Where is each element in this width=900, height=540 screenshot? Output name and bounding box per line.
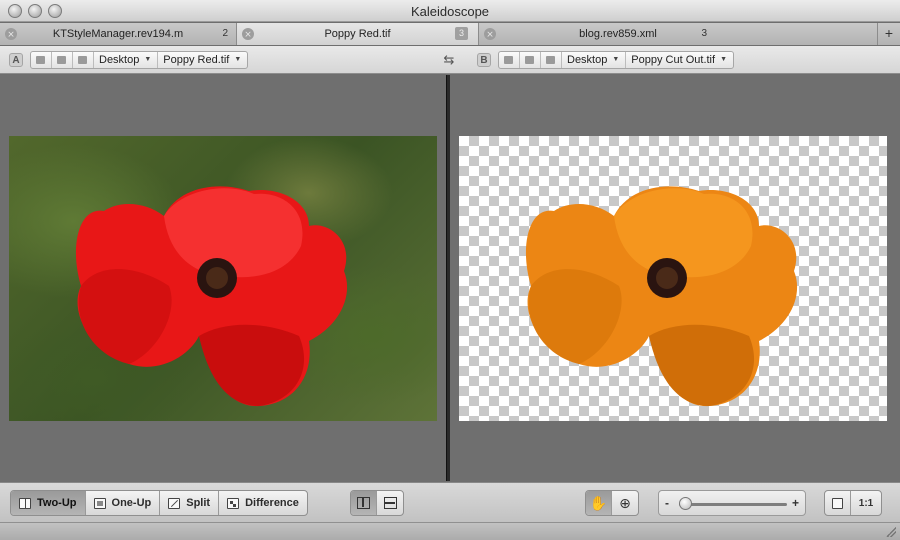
fit-window-icon: [832, 497, 843, 509]
tab-blog[interactable]: ⨯ blog.rev859.xml 3: [479, 23, 878, 45]
swap-sides-icon[interactable]: ⇆: [440, 53, 458, 67]
folder-icon: [78, 56, 87, 64]
fit-to-window-button[interactable]: [825, 491, 851, 515]
poppy-orange-image: [525, 186, 798, 407]
actual-size-button[interactable]: 1:1: [851, 491, 881, 515]
folder-icon: [57, 56, 66, 64]
breadcrumb-a: Desktop ▼ Poppy Red.tif ▼: [30, 51, 249, 69]
breadcrumb-folder[interactable]: [52, 52, 73, 68]
pane-a[interactable]: [0, 75, 446, 481]
tab-ktstylemanager[interactable]: ⨯ KTStyleManager.rev194.m 2: [0, 23, 237, 45]
poppy-red-image: [75, 186, 348, 407]
poppy-flower: [75, 186, 348, 407]
breadcrumb-root[interactable]: [499, 52, 520, 68]
folder-icon: [525, 56, 534, 64]
zoom-slider-track[interactable]: [679, 503, 787, 506]
path-bar: A Desktop ▼ Poppy Red.tif ▼ ⇆ B Desktop ▼ P…: [0, 46, 900, 74]
status-bar: [0, 522, 900, 540]
tab-poppy-red[interactable]: ⨯ Poppy Red.tif 3: [237, 23, 479, 45]
difference-icon: [227, 497, 240, 509]
layout-side-by-side-button[interactable]: [351, 491, 377, 515]
chevron-down-icon: ▼: [720, 56, 727, 63]
two-up-button[interactable]: Two-Up: [11, 491, 86, 515]
zoom-tool-button[interactable]: ⊕: [612, 491, 638, 515]
breadcrumb-folder[interactable]: [73, 52, 94, 68]
image-b-poppy-cut-out: [459, 136, 887, 421]
breadcrumb-folder[interactable]: [520, 52, 541, 68]
chevron-down-icon: ▼: [612, 56, 620, 63]
new-tab-button[interactable]: +: [878, 23, 900, 45]
magnifier-icon: ⊕: [619, 494, 631, 511]
two-up-icon: [19, 497, 31, 509]
rows-layout-icon: [383, 497, 397, 509]
breadcrumb-folder[interactable]: [541, 52, 562, 68]
image-a-poppy-red: [9, 136, 437, 421]
breadcrumb-file[interactable]: Poppy Cut Out.tif ▼: [626, 52, 733, 68]
zoom-out-button[interactable]: -: [665, 496, 669, 510]
tab-count-badge: 3: [455, 27, 468, 40]
zoom-slider-control: - +: [658, 490, 806, 516]
breadcrumb-b: Desktop ▼ Poppy Cut Out.tif ▼: [498, 51, 734, 69]
tab-label: Poppy Red.tif: [324, 28, 391, 40]
split-button[interactable]: Split: [160, 491, 220, 515]
breadcrumb-root[interactable]: [31, 52, 52, 68]
side-a-badge: A: [9, 53, 23, 67]
title-bar: Kaleidoscope: [0, 0, 900, 22]
one-up-button[interactable]: One-Up: [86, 491, 161, 515]
difference-button[interactable]: Difference: [219, 491, 307, 515]
folder-icon: [546, 56, 555, 64]
tab-label: blog.rev859.xml: [579, 28, 657, 40]
tool-segmented-control: ✋ ⊕: [585, 490, 639, 516]
resize-grip-icon[interactable]: [886, 527, 896, 537]
split-icon: [168, 497, 181, 509]
window-title: Kaleidoscope: [410, 4, 490, 19]
size-segmented-control: 1:1: [824, 490, 882, 516]
folder-icon: [36, 56, 45, 64]
tab-count-badge: 2: [222, 28, 228, 39]
one-up-icon: [93, 497, 106, 509]
bottom-toolbar: Two-Up One-Up Split Difference ✋ ⊕ - + 1…: [0, 482, 900, 522]
breadcrumb-desktop[interactable]: Desktop ▼: [562, 52, 627, 68]
view-mode-segmented-control: Two-Up One-Up Split Difference: [10, 490, 308, 516]
folder-icon: [504, 56, 513, 64]
breadcrumb-file[interactable]: Poppy Red.tif ▼: [158, 52, 247, 68]
tab-bar: ⨯ KTStyleManager.rev194.m 2 ⨯ Poppy Red.…: [0, 23, 900, 45]
zoom-slider-knob[interactable]: [678, 497, 692, 510]
layout-stacked-button[interactable]: [377, 491, 403, 515]
breadcrumb-desktop[interactable]: Desktop ▼: [94, 52, 159, 68]
hand-icon: ✋: [589, 494, 608, 511]
chevron-down-icon: ▼: [144, 56, 152, 63]
hand-tool-button[interactable]: ✋: [586, 491, 612, 515]
zoom-in-button[interactable]: +: [792, 496, 799, 510]
columns-layout-icon: [357, 497, 370, 509]
tab-count-badge: 3: [701, 28, 707, 39]
chevron-down-icon: ▼: [234, 56, 242, 63]
layout-segmented-control: [350, 490, 404, 516]
tab-label: KTStyleManager.rev194.m: [52, 28, 184, 40]
side-b-badge: B: [477, 53, 491, 67]
pane-b[interactable]: [450, 75, 900, 481]
poppy-flower: [525, 186, 798, 407]
